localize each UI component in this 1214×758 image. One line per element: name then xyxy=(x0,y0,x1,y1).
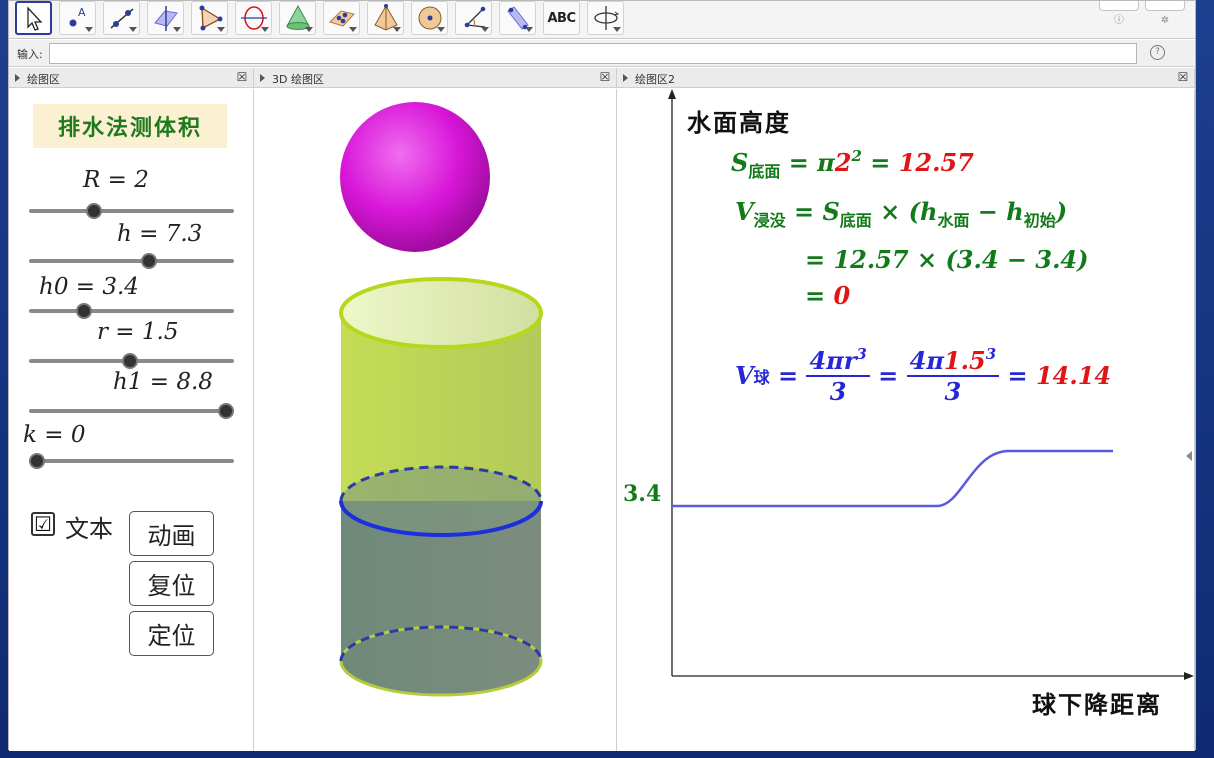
slider-knob[interactable] xyxy=(76,303,93,319)
slider-track[interactable] xyxy=(29,409,234,413)
fraction-formula: 4πr3 3 xyxy=(806,345,870,406)
polygon-tool-button[interactable] xyxy=(191,1,228,35)
redo-button[interactable] xyxy=(1145,1,1185,11)
y-tick-label: 3.4 xyxy=(623,481,662,507)
panel-title-graphics2: 绘图区2 xyxy=(635,73,675,86)
input-field[interactable] xyxy=(49,43,1137,64)
slider-label: r = 1.5 xyxy=(97,319,179,345)
slider-label: k = 0 xyxy=(23,422,86,448)
slider-label: h1 = 8.8 xyxy=(113,369,213,395)
angle-tool-button[interactable] xyxy=(455,1,492,35)
panel-header-graphics: 绘图区 ☒ xyxy=(9,68,254,88)
undo-redo-area: ⓘ ✲ xyxy=(1099,1,1189,37)
page-title: 排水法测体积 xyxy=(33,104,227,148)
pyramid-tool-button[interactable] xyxy=(367,1,404,35)
help-small-icon[interactable]: ⓘ xyxy=(1113,15,1125,27)
close-icon[interactable]: ☒ xyxy=(1176,70,1190,84)
close-icon[interactable]: ☒ xyxy=(598,70,612,84)
collapse-arrow-icon[interactable] xyxy=(623,74,628,82)
move-tool-button[interactable] xyxy=(15,1,52,35)
cone-tool-button[interactable] xyxy=(279,1,316,35)
formula-calc-line: = 12.57 × (3.4 − 3.4) xyxy=(805,245,1089,274)
slider-label: h = 7.3 xyxy=(117,221,203,247)
view3d-canvas[interactable] xyxy=(254,89,616,751)
reset-button[interactable]: 复位 xyxy=(129,561,214,606)
formula-result-line: = 0 xyxy=(805,281,851,310)
graphics2-panel: 水面高度 球下降距离 3.4 S底面 = π22 = 12.57 V浸没 = S… xyxy=(617,89,1195,751)
sphere-tool-button[interactable] xyxy=(411,1,448,35)
locate-button[interactable]: 定位 xyxy=(129,611,214,656)
formula-sphere-volume: V球 = 4πr3 3 = 4π1.53 3 = 14.14 xyxy=(735,345,1112,406)
slider-label: h0 = 3.4 xyxy=(39,274,139,300)
slider-knob[interactable] xyxy=(121,353,138,369)
input-bar: 输入: ? xyxy=(9,40,1195,67)
x-axis-label: 球下降距离 xyxy=(1032,690,1162,719)
slider-track[interactable] xyxy=(29,209,234,213)
panel-header-3d: 3D 绘图区 ☒ xyxy=(254,68,617,88)
text-tool-label: ABC xyxy=(547,10,576,26)
slider-knob[interactable] xyxy=(85,203,102,219)
point-tool-button[interactable]: A xyxy=(59,1,96,35)
circle-tool-button[interactable] xyxy=(235,1,272,35)
y-axis-label: 水面高度 xyxy=(687,108,791,137)
perpendicular-plane-tool-button[interactable] xyxy=(147,1,184,35)
close-icon[interactable]: ☒ xyxy=(235,70,249,84)
animate-button[interactable]: 动画 xyxy=(129,511,214,556)
cylinder-top-rim xyxy=(339,277,543,349)
collapse-arrow-icon[interactable] xyxy=(15,74,20,82)
formula-base-area: S底面 = π22 = 12.57 xyxy=(731,147,974,181)
panel-title-graphics: 绘图区 xyxy=(27,73,60,86)
sphere-shape[interactable] xyxy=(340,102,490,252)
gear-icon[interactable]: ✲ xyxy=(1159,15,1171,27)
plane-points-tool-button[interactable] xyxy=(323,1,360,35)
slider-track[interactable] xyxy=(29,459,234,463)
panel-title-3d: 3D 绘图区 xyxy=(272,73,324,86)
side-collapse-icon[interactable] xyxy=(1186,451,1192,461)
toolbar: A ABC ⓘ ✲ xyxy=(9,1,1195,39)
text-checkbox-label: 文本 xyxy=(65,515,113,543)
collapse-arrow-icon[interactable] xyxy=(260,74,265,82)
geogebra-window: A ABC ⓘ ✲ 输入: ? 绘图区 ☒ 3D 绘图区 ☒ 绘图区2 ☒ 排水… xyxy=(8,0,1196,751)
slider-label: R = 2 xyxy=(83,167,149,193)
question-icon[interactable]: ? xyxy=(1150,45,1165,60)
cursor-arrow-icon xyxy=(26,6,42,31)
slider-track[interactable] xyxy=(29,259,234,263)
panel-header-graphics2: 绘图区2 ☒ xyxy=(617,68,1195,88)
slider-knob[interactable] xyxy=(140,253,157,269)
svg-text:A: A xyxy=(78,6,86,19)
rotate-view-tool-button[interactable] xyxy=(587,1,624,35)
graphics2-canvas[interactable] xyxy=(617,89,1194,751)
view3d-panel xyxy=(254,89,617,751)
undo-button[interactable] xyxy=(1099,1,1139,11)
formula-displaced-volume: V浸没 = S底面 × (h水面 − h初始) xyxy=(735,197,1068,230)
line-tool-button[interactable] xyxy=(103,1,140,35)
water-level-curve xyxy=(672,449,1113,508)
graphics-panel: 排水法测体积 R = 2 h = 7.3 h0 = 3.4 r = 1.5 h1 = 8… xyxy=(9,89,254,751)
text-tool-button[interactable]: ABC xyxy=(543,1,580,35)
text-checkbox[interactable]: ☑ xyxy=(31,512,55,536)
reflect-tool-button[interactable] xyxy=(499,1,536,35)
slider-knob[interactable] xyxy=(29,453,45,469)
slider-track[interactable] xyxy=(29,309,234,313)
fraction-value: 4π1.53 3 xyxy=(906,345,1000,406)
slider-knob[interactable] xyxy=(218,403,234,419)
input-label: 输入: xyxy=(17,48,43,61)
